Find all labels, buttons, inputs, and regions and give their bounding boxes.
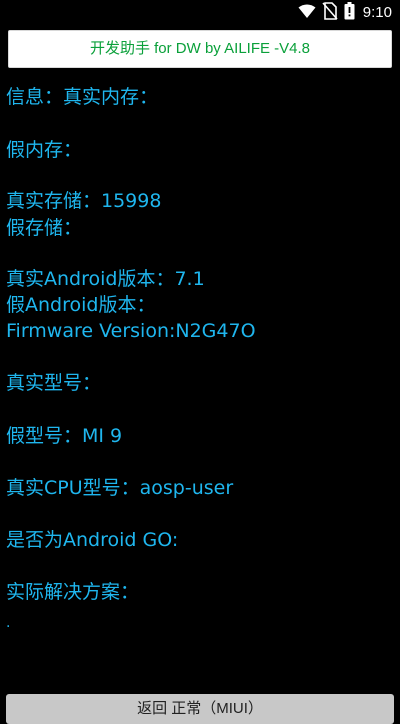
status-time: 9:10 <box>362 4 392 21</box>
info-line-fake-android: 假Android版本： <box>6 294 156 316</box>
status-bar: 9:10 <box>0 0 400 26</box>
info-line-cpu-model: 真实CPU型号：aosp-user <box>6 477 234 499</box>
info-line-storage: 真实存储：15998 <box>6 190 162 212</box>
no-sim-icon <box>322 2 338 24</box>
info-line-memory: 信息：真实内存： <box>6 86 159 108</box>
trailing-dot: . <box>6 615 11 631</box>
info-line-android-version: 真实Android版本：7.1 <box>6 268 205 290</box>
info-line-android-go: 是否为Android GO: <box>6 529 179 551</box>
info-line-fake-model: 假型号：MI 9 <box>6 425 123 447</box>
info-line-fake-memory: 假内存： <box>6 139 83 161</box>
status-icons: 9:10 <box>298 2 392 24</box>
info-line-solution: 实际解决方案： <box>6 581 140 603</box>
wifi-icon <box>298 3 316 23</box>
return-normal-button[interactable]: 返回 正常（MIUI） <box>6 694 394 724</box>
battery-icon <box>344 2 355 24</box>
info-line-model: 真实型号： <box>6 372 102 394</box>
info-line-fake-storage: 假存储： <box>6 217 83 239</box>
info-line-firmware: Firmware Version:N2G47O <box>6 320 256 342</box>
app-title-button[interactable]: 开发助手 for DW by AILIFE -V4.8 <box>8 30 392 68</box>
